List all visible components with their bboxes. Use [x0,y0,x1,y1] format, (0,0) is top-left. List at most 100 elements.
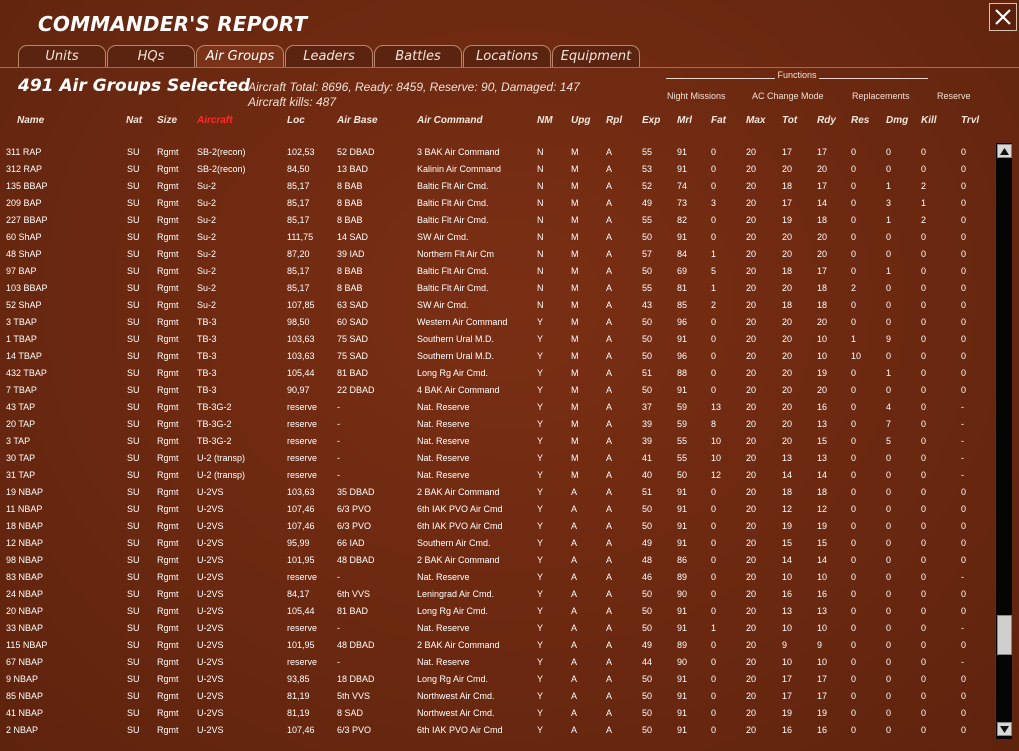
table-row[interactable]: 67 NBAP SU Rgmt U-2VS reserve - Nat. Reserve Y A… [0,654,995,671]
column-header-exp[interactable]: Exp [642,115,660,126]
table-row[interactable]: 12 NBAP SU Rgmt U-2VS 95,99 66 IAD Southern Ai… [0,535,995,552]
table-row[interactable]: 312 RAP SU Rgmt SB-2(recon) 84,50 13 BAD Kalin… [0,161,995,178]
table-row[interactable]: 20 TAP SU Rgmt TB-3G-2 reserve - Nat. Reserve Y… [0,416,995,433]
column-header-loc[interactable]: Loc [287,115,305,126]
cell-dmg: 0 [886,453,892,463]
column-header-air-command[interactable]: Air Command [417,115,483,126]
cell-rdy: 13 [817,606,828,616]
table-row[interactable]: 24 NBAP SU Rgmt U-2VS 84,17 6th VVS Leningrad … [0,586,995,603]
cell-upg: A [571,589,578,599]
cell-res: 0 [851,215,857,225]
column-header-nat[interactable]: Nat [126,115,142,126]
cell-rdy: 18 [817,215,828,225]
column-header-air-base[interactable]: Air Base [337,115,378,126]
tab-equipment[interactable]: Equipment [552,45,640,67]
tab-hqs[interactable]: HQs [107,45,195,67]
table-row[interactable]: 3 TAP SU Rgmt TB-3G-2 reserve - Nat. Reserve Y M… [0,433,995,450]
cell-rpl: A [606,521,613,531]
cell-air-base: 14 SAD [337,232,369,242]
vertical-scrollbar[interactable] [995,143,1012,739]
table-row[interactable]: 20 NBAP SU Rgmt U-2VS 105,44 81 BAD Long Rg Ai… [0,603,995,620]
column-header-max[interactable]: Max [746,115,765,126]
cell-res: 0 [851,674,857,684]
table-row[interactable]: 31 TAP SU Rgmt U-2 (transp) reserve - Nat. Res… [0,467,995,484]
column-header-nm[interactable]: NM [537,115,553,126]
cell-rdy: 13 [817,419,828,429]
column-header-rdy[interactable]: Rdy [817,115,836,126]
column-header-trvl[interactable]: Trvl [961,115,979,126]
table-row[interactable]: 115 NBAP SU Rgmt U-2VS 101,95 48 DBAD 2 BAK Ai… [0,637,995,654]
table-row[interactable]: 209 BAP SU Rgmt Su-2 85,17 8 BAB Baltic Flt Ai… [0,195,995,212]
cell-fat: 0 [711,215,717,225]
table-row[interactable]: 311 RAP SU Rgmt SB-2(recon) 102,53 52 DBAD 3 B… [0,144,995,161]
tab-air-groups[interactable]: Air Groups [196,45,284,67]
cell-trvl: 0 [961,300,967,310]
column-header-upg[interactable]: Upg [571,115,590,126]
replacements-button[interactable]: Replacements [852,91,910,101]
table-row[interactable]: 33 NBAP SU Rgmt U-2VS reserve - Nat. Reserve Y A… [0,620,995,637]
table-row[interactable]: 7 TBAP SU Rgmt TB-3 90,97 22 DBAD 4 BAK Air Co… [0,382,995,399]
cell-upg: M [571,368,579,378]
table-row[interactable]: 135 BBAP SU Rgmt Su-2 85,17 8 BAB Baltic Flt A… [0,178,995,195]
table-row[interactable]: 98 NBAP SU Rgmt U-2VS 101,95 48 DBAD 2 BAK Air… [0,552,995,569]
cell-loc: 85,17 [287,266,310,276]
table-row[interactable]: 9 NBAP SU Rgmt U-2VS 93,85 18 DBAD Long Rg Air… [0,671,995,688]
cell-nat: SU [127,436,140,446]
table-row[interactable]: 14 TBAP SU Rgmt TB-3 103,63 75 SAD Southern Ur… [0,348,995,365]
cell-air-command: Southern Air Cmd. [417,538,491,548]
table-row[interactable]: 97 BAP SU Rgmt Su-2 85,17 8 BAB Baltic Flt Air… [0,263,995,280]
cell-upg: A [571,691,578,701]
cell-trvl: 0 [961,504,967,514]
table-row[interactable]: 2 NBAP SU Rgmt U-2VS 107,46 6/3 PVO 6th IAK PV… [0,722,995,739]
table-row[interactable]: 60 ShAP SU Rgmt Su-2 111,75 14 SAD SW Air Cmd.… [0,229,995,246]
column-header-kill[interactable]: Kill [921,115,937,126]
column-header-res[interactable]: Res [851,115,869,126]
cell-rdy: 13 [817,453,828,463]
tab-units[interactable]: Units [18,45,106,67]
cell-loc: 105,44 [287,606,315,616]
table-row[interactable]: 11 NBAP SU Rgmt U-2VS 107,46 6/3 PVO 6th IAK P… [0,501,995,518]
reserve-button[interactable]: Reserve [937,91,971,101]
cell-mrl: 86 [677,555,688,565]
table-row[interactable]: 43 TAP SU Rgmt TB-3G-2 reserve - Nat. Reserve Y… [0,399,995,416]
column-header-size[interactable]: Size [157,115,177,126]
cell-tot: 17 [782,674,793,684]
column-header-mrl[interactable]: Mrl [677,115,692,126]
tab-battles[interactable]: Battles [374,45,462,67]
table-row[interactable]: 103 BBAP SU Rgmt Su-2 85,17 8 BAB Baltic Flt A… [0,280,995,297]
table-row[interactable]: 432 TBAP SU Rgmt TB-3 105,44 81 BAD Long Rg Ai… [0,365,995,382]
arrow-up-icon [1000,147,1009,155]
cell-exp: 50 [642,385,653,395]
ac-change-mode-button[interactable]: AC Change Mode [752,91,824,101]
cell-nm: Y [537,623,544,633]
tab-leaders[interactable]: Leaders [285,45,373,67]
table-row[interactable]: 52 ShAP SU Rgmt Su-2 107,85 63 SAD SW Air Cmd.… [0,297,995,314]
column-header-rpl[interactable]: Rpl [606,115,622,126]
table-row[interactable]: 3 TBAP SU Rgmt TB-3 98,50 60 SAD Western Air C… [0,314,995,331]
cell-aircraft: U-2VS [197,538,224,548]
column-header-aircraft[interactable]: Aircraft [197,115,233,126]
cell-aircraft: SB-2(recon) [197,164,246,174]
cell-rdy: 14 [817,555,828,565]
column-header-dmg[interactable]: Dmg [886,115,908,126]
cell-rdy: 19 [817,521,828,531]
cell-trvl: 0 [961,181,967,191]
table-row[interactable]: 30 TAP SU Rgmt U-2 (transp) reserve - Nat. Res… [0,450,995,467]
table-row[interactable]: 19 NBAP SU Rgmt U-2VS 103,63 35 DBAD 2 BAK Air… [0,484,995,501]
table-row[interactable]: 227 BBAP SU Rgmt Su-2 85,17 8 BAB Baltic Flt A… [0,212,995,229]
scroll-down-button[interactable] [997,722,1012,736]
table-row[interactable]: 85 NBAP SU Rgmt U-2VS 81,19 5th VVS Northwest … [0,688,995,705]
table-row[interactable]: 18 NBAP SU Rgmt U-2VS 107,46 6/3 PVO 6th IAK P… [0,518,995,535]
column-header-fat[interactable]: Fat [711,115,726,126]
table-row[interactable]: 48 ShAP SU Rgmt Su-2 87,20 39 IAD Northern Flt… [0,246,995,263]
column-header-name[interactable]: Name [17,115,44,126]
table-row[interactable]: 41 NBAP SU Rgmt U-2VS 81,19 8 SAD Northwest Ai… [0,705,995,722]
tab-locations[interactable]: Locations [463,45,551,67]
night-missions-button[interactable]: Night Missions [667,91,726,101]
column-header-tot[interactable]: Tot [782,115,797,126]
close-button[interactable] [989,3,1017,31]
scroll-up-button[interactable] [997,144,1012,158]
scroll-thumb[interactable] [997,615,1012,655]
table-row[interactable]: 83 NBAP SU Rgmt U-2VS reserve - Nat. Reserve Y A… [0,569,995,586]
table-row[interactable]: 1 TBAP SU Rgmt TB-3 103,63 75 SAD Southern Ura… [0,331,995,348]
